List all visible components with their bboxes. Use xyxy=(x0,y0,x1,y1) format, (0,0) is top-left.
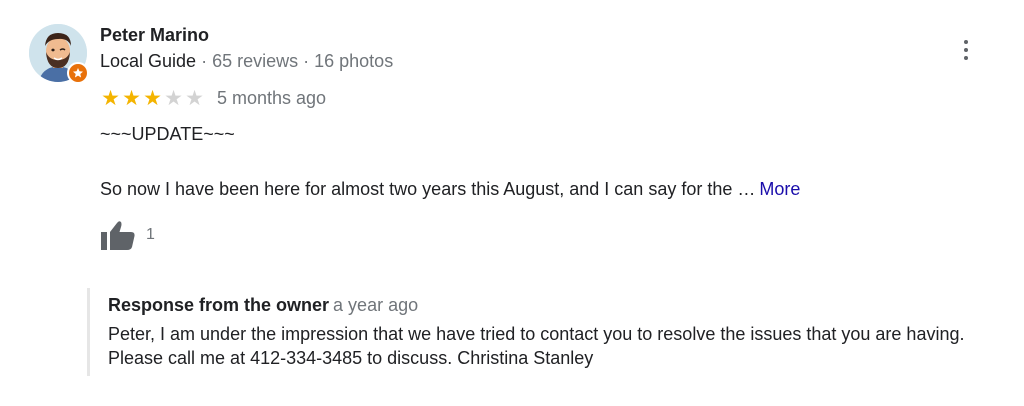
review-update-line: ~~~UPDATE~~~ xyxy=(100,124,235,144)
thumbs-up-icon xyxy=(101,221,135,250)
local-guide-label: Local Guide xyxy=(100,51,197,71)
local-guide-star-icon xyxy=(67,62,89,84)
star-filled-icon: ★ xyxy=(122,86,141,110)
author-name[interactable]: Peter Marino xyxy=(100,25,209,46)
star-filled-icon: ★ xyxy=(101,86,120,110)
star-empty-icon: ★ xyxy=(185,86,204,110)
meta-separator: · xyxy=(196,51,213,71)
meta-separator: · xyxy=(298,51,315,71)
reviews-count[interactable]: 65 reviews xyxy=(212,51,298,71)
owner-response-title: Response from the owner xyxy=(108,295,330,315)
photos-count[interactable]: 16 photos xyxy=(314,51,393,71)
review-date: 5 months ago xyxy=(217,87,327,108)
owner-response-header: Response from the owner a year ago xyxy=(108,295,418,316)
star-rating: ★ ★ ★ ★ ★ xyxy=(100,88,205,109)
review-card: Peter Marino Local Guide · 65 reviews · … xyxy=(0,0,1024,406)
review-text-preview: So now I have been here for almost two y… xyxy=(100,179,756,199)
like-count: 1 xyxy=(146,226,155,243)
review-text: So now I have been here for almost two y… xyxy=(100,179,800,200)
more-link[interactable]: More xyxy=(759,179,800,199)
owner-response: Response from the owner a year ago Peter,… xyxy=(87,288,990,376)
more-vert-icon[interactable] xyxy=(952,34,980,66)
owner-response-text: Peter, I am under the impression that we… xyxy=(108,324,965,368)
owner-response-time: a year ago xyxy=(333,295,419,315)
star-filled-icon: ★ xyxy=(143,86,162,110)
star-empty-icon: ★ xyxy=(164,86,183,110)
author-meta: Local Guide · 65 reviews · 16 photos xyxy=(100,51,393,72)
like-button[interactable]: 1 xyxy=(100,219,155,251)
rating-row: ★ ★ ★ ★ ★ 5 months ago xyxy=(100,86,326,110)
